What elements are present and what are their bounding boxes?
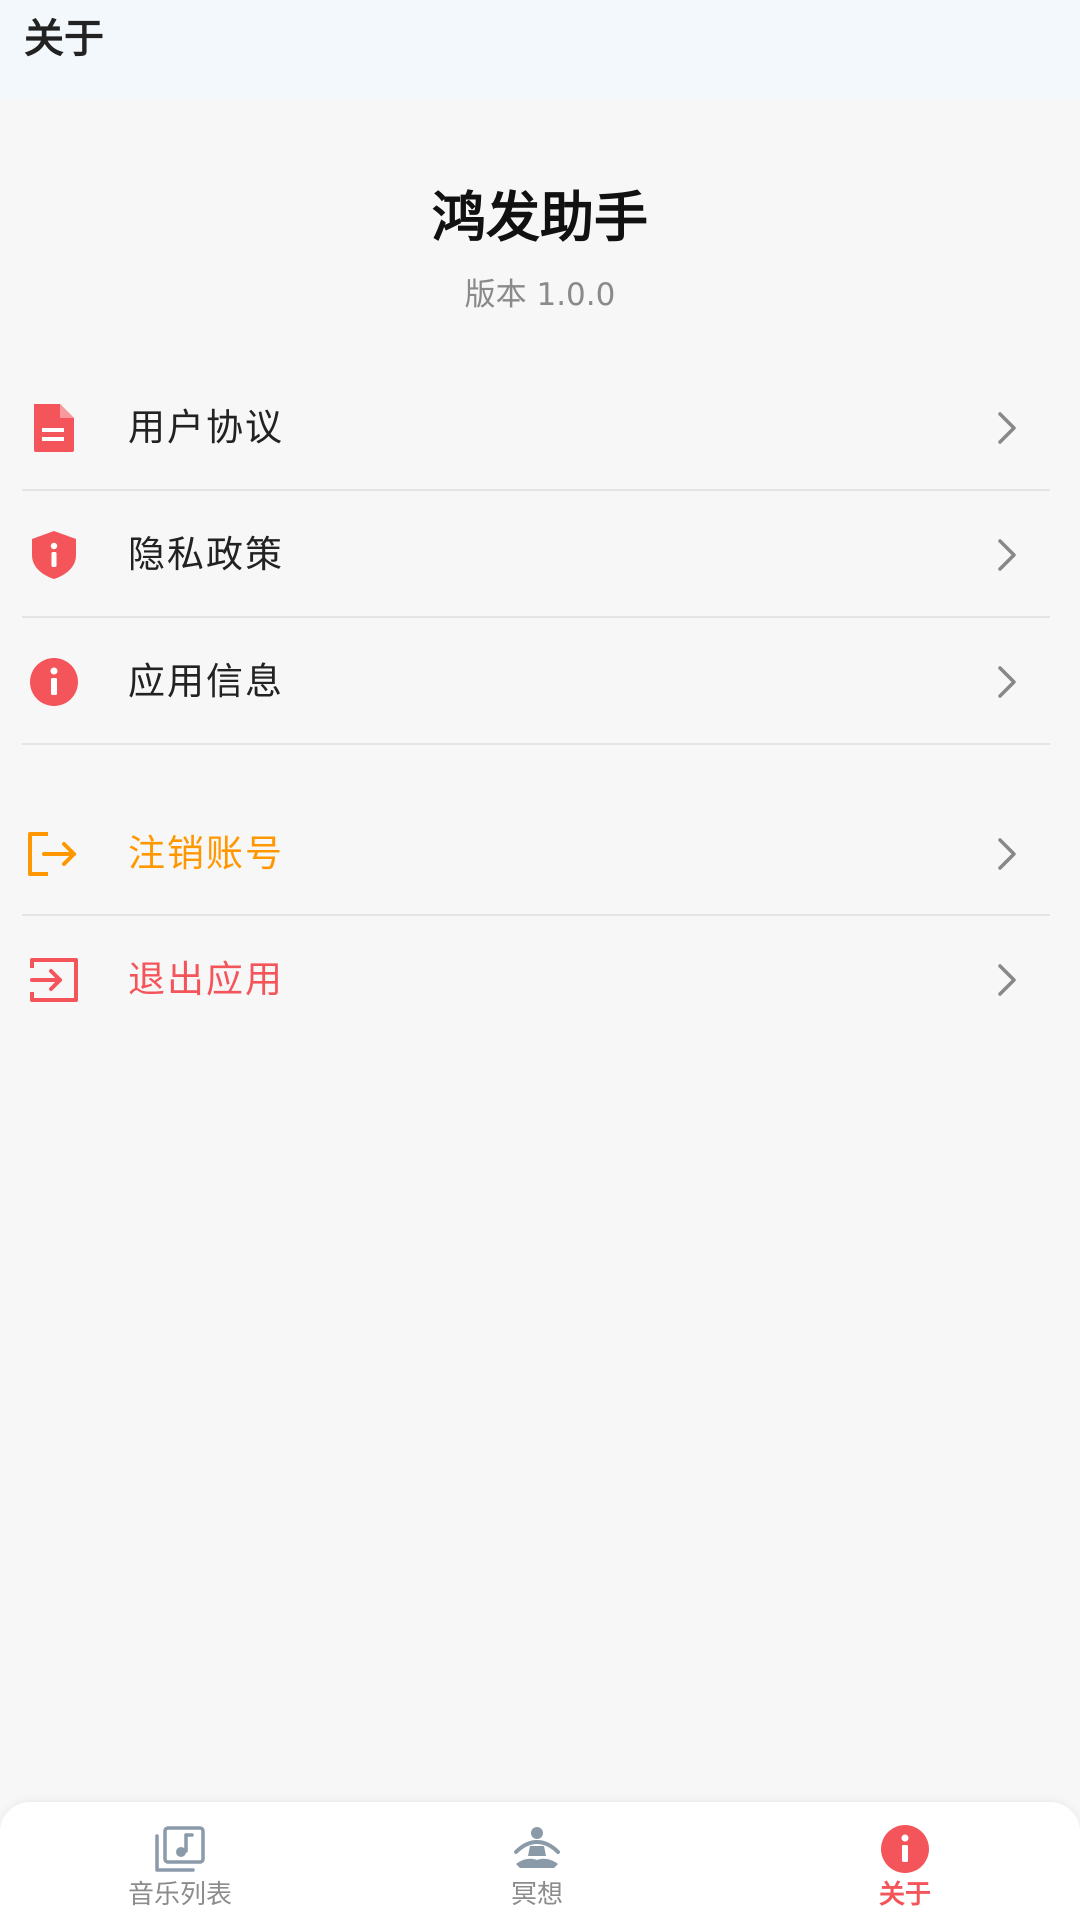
exit-app-icon — [30, 958, 78, 1002]
tab-label: 关于 — [878, 1880, 931, 1910]
menu-item-label: 注销账号 — [128, 832, 284, 875]
tab-about[interactable]: 关于 — [725, 1802, 1080, 1920]
chevron-right-icon — [998, 412, 1016, 444]
top-bar: 关于 — [0, 0, 1080, 98]
menu-item-label: 用户协议 — [128, 406, 284, 449]
meditation-icon — [514, 1827, 560, 1868]
menu-item-privacy-policy[interactable]: 隐私政策 — [0, 491, 1080, 618]
chevron-right-icon — [998, 539, 1016, 571]
page-title: 关于 — [24, 16, 104, 62]
menu-item-label: 应用信息 — [128, 660, 284, 703]
info-icon — [881, 1825, 929, 1873]
document-icon — [34, 404, 74, 452]
tab-label: 音乐列表 — [127, 1880, 232, 1910]
about-screen: 关于 鸿发助手 版本 1.0.0 用户协议 隐私政策 应用信息 注销账号 退出应… — [0, 0, 1080, 1920]
info-icon — [30, 658, 78, 706]
app-name: 鸿发助手 — [432, 186, 648, 249]
chevron-right-icon — [998, 964, 1016, 996]
tab-music-list[interactable]: 音乐列表 — [0, 1802, 360, 1920]
menu-item-deactivate-account[interactable]: 注销账号 — [0, 790, 1080, 917]
chevron-right-icon — [998, 838, 1016, 870]
menu-item-exit-app[interactable]: 退出应用 — [0, 916, 1080, 1043]
music-library-icon — [155, 1826, 205, 1872]
divider — [22, 743, 1050, 745]
bottom-tab-bar: 音乐列表 冥想 关于 — [0, 1802, 1080, 1920]
chevron-right-icon — [998, 666, 1016, 698]
menu-item-label: 隐私政策 — [128, 533, 284, 576]
app-version: 版本 1.0.0 — [464, 277, 616, 313]
menu-item-label: 退出应用 — [128, 958, 284, 1001]
menu-item-user-agreement[interactable]: 用户协议 — [0, 364, 1080, 491]
logout-icon — [28, 832, 76, 876]
tab-meditation[interactable]: 冥想 — [357, 1802, 717, 1920]
menu-item-app-info[interactable]: 应用信息 — [0, 618, 1080, 745]
shield-icon — [32, 531, 76, 579]
tab-label: 冥想 — [510, 1880, 563, 1910]
